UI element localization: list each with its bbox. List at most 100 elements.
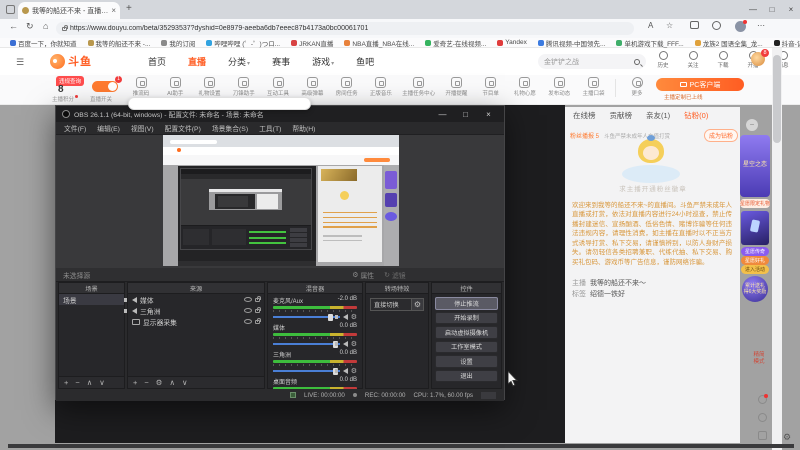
site-search-input[interactable]: 金铲铲之战 bbox=[538, 54, 646, 69]
mute-speaker-icon[interactable] bbox=[334, 314, 348, 320]
source-down-button[interactable]: ∨ bbox=[182, 378, 188, 387]
window-maximize-button[interactable]: □ bbox=[763, 0, 781, 19]
virtual-camera-button[interactable]: 启动虚拟摄像机 bbox=[435, 326, 498, 339]
rail-collapse-button[interactable]: − bbox=[746, 119, 758, 131]
download-button[interactable]: 下载 bbox=[712, 51, 734, 69]
channel-gear-icon[interactable]: ⚙ bbox=[351, 314, 357, 321]
scene-list-item[interactable]: 场景 bbox=[59, 294, 124, 305]
nav-games[interactable]: 游戏 bbox=[312, 55, 334, 68]
toolbar-item-task-center[interactable]: 主播任务中心 bbox=[402, 77, 435, 103]
rail-gift-badge[interactable]: 累计送礼 得6大奖励 bbox=[742, 276, 768, 302]
source-up-button[interactable]: ∧ bbox=[170, 378, 176, 387]
rail-activity-card[interactable] bbox=[741, 211, 769, 245]
tab-close-icon[interactable]: × bbox=[111, 6, 116, 15]
browser-menu-icon[interactable]: ⋯ bbox=[757, 21, 765, 30]
settings-button[interactable]: 设置 bbox=[435, 355, 498, 368]
read-aloud-icon[interactable]: A bbox=[648, 21, 653, 30]
tab-diamond-fans[interactable]: 钻粉(0) bbox=[684, 110, 708, 121]
add-source-button[interactable]: + bbox=[133, 378, 137, 387]
toolbar-item-remind[interactable]: 开播提醒 bbox=[443, 77, 469, 103]
studio-mode-button[interactable]: 工作室模式 bbox=[435, 340, 498, 353]
obs-menu-help[interactable]: 帮助(H) bbox=[292, 123, 315, 133]
nav-esports[interactable]: 赛事 bbox=[272, 55, 290, 68]
mute-speaker-icon[interactable] bbox=[334, 368, 348, 374]
visibility-eye-icon[interactable] bbox=[244, 319, 252, 324]
obs-menu-edit[interactable]: 编辑(E) bbox=[97, 123, 120, 133]
visibility-eye-icon[interactable] bbox=[244, 308, 252, 313]
favorite-star-icon[interactable]: ☆ bbox=[666, 21, 673, 30]
toolbar-item-music[interactable]: 正版音乐 bbox=[368, 77, 394, 103]
live-toggle[interactable]: 1 bbox=[92, 76, 122, 92]
rail-banner-event[interactable]: 星空之恋 bbox=[740, 135, 770, 197]
fans-broadcast[interactable]: 粉丝播报 5 bbox=[570, 131, 599, 140]
browser-profile-avatar[interactable] bbox=[735, 20, 747, 32]
obs-maximize-button[interactable]: □ bbox=[456, 110, 475, 119]
obs-menu-file[interactable]: 文件(F) bbox=[64, 123, 86, 133]
settings-gear-icon[interactable]: ⚙ bbox=[783, 432, 791, 443]
volume-slider[interactable] bbox=[273, 367, 340, 375]
bookmark-item[interactable]: 龙族2 国语全集_龙... bbox=[694, 38, 763, 48]
record-corner-icon[interactable] bbox=[758, 413, 767, 422]
rail-pill-legend[interactable]: 星愿传奇 bbox=[741, 247, 769, 256]
exit-button[interactable]: 退出 bbox=[435, 369, 498, 382]
history-button[interactable]: 历史 bbox=[652, 51, 674, 69]
search-icon[interactable] bbox=[634, 58, 640, 65]
url-field[interactable]: https://www.douyu.com/beta/35293537?dysh… bbox=[56, 22, 634, 35]
feedback-corner-icon[interactable] bbox=[758, 431, 767, 440]
follow-button[interactable]: 关注 bbox=[682, 51, 704, 69]
rail-pill-enter[interactable]: 进入活动 bbox=[741, 265, 769, 274]
remove-source-button[interactable]: − bbox=[144, 378, 148, 387]
start-recording-button[interactable]: 开始录制 bbox=[435, 311, 498, 324]
page-scrollbar-thumb[interactable] bbox=[773, 55, 781, 143]
volume-slider[interactable] bbox=[273, 340, 340, 348]
lock-icon[interactable] bbox=[255, 295, 261, 302]
refresh-corner-icon[interactable] bbox=[758, 394, 768, 404]
home-icon[interactable]: ⌂ bbox=[43, 21, 48, 31]
bookmark-item[interactable]: 百度一下，你就知道 bbox=[10, 38, 77, 48]
bookmark-item[interactable]: 我的订阅 bbox=[161, 38, 195, 48]
bookmark-item[interactable]: JRKAN直播 bbox=[291, 38, 333, 48]
bookmark-item[interactable]: 单机游戏下载_FFF... bbox=[616, 38, 684, 48]
scene-up-button[interactable]: ∧ bbox=[87, 378, 93, 387]
source-row[interactable]: 三角洲 bbox=[124, 305, 264, 316]
obs-close-button[interactable]: × bbox=[479, 110, 498, 119]
volume-slider[interactable] bbox=[273, 313, 340, 321]
bookmark-item[interactable]: NBA直播_NBA在线... bbox=[344, 38, 414, 48]
bookmark-item[interactable]: 抖音-记录美好生活 bbox=[773, 38, 800, 48]
obs-minimize-button[interactable]: — bbox=[433, 110, 452, 119]
window-close-button[interactable]: × bbox=[782, 0, 800, 19]
channel-gear-icon[interactable]: ⚙ bbox=[351, 368, 357, 375]
remove-scene-button[interactable]: − bbox=[75, 378, 79, 387]
toolbar-item-more[interactable]: 更多 bbox=[624, 77, 650, 103]
toolbar-item-schedule[interactable]: 节目单 bbox=[478, 77, 504, 103]
browser-essentials-icon[interactable] bbox=[712, 21, 721, 30]
obs-menu-profile[interactable]: 配置文件(P) bbox=[165, 123, 201, 133]
toolbar-item-wish[interactable]: 礼物心愿 bbox=[512, 77, 538, 103]
nav-home[interactable]: 首页 bbox=[148, 55, 166, 68]
add-scene-button[interactable]: + bbox=[64, 378, 68, 387]
stop-streaming-button[interactable]: 停止推流 bbox=[435, 297, 498, 310]
tab-friends[interactable]: 亲友(1) bbox=[646, 110, 670, 121]
refresh-icon[interactable]: ↻ bbox=[26, 21, 34, 32]
source-properties-button[interactable]: ⚙ bbox=[156, 378, 163, 387]
browser-tab[interactable]: 我等的船还不来 - 直播_我等的船还... × bbox=[18, 2, 120, 19]
bookmark-item[interactable]: 哔哩哔哩 (゜-゜)つロ... bbox=[206, 38, 280, 48]
tab-online-rank[interactable]: 在线榜 bbox=[573, 110, 596, 121]
toolbar-item-pocket[interactable]: 主播口袋 bbox=[580, 77, 606, 103]
obs-menu-view[interactable]: 视图(V) bbox=[131, 123, 154, 133]
obs-menu-tools[interactable]: 工具(T) bbox=[259, 123, 281, 133]
lock-icon[interactable] bbox=[255, 317, 261, 324]
collections-icon[interactable] bbox=[690, 21, 699, 29]
nav-category[interactable]: 分类 bbox=[228, 55, 250, 68]
mute-speaker-icon[interactable] bbox=[334, 341, 348, 347]
filters-button[interactable]: ↻ 滤镜 bbox=[384, 270, 405, 280]
douyu-logo[interactable]: 斗鱼 bbox=[50, 53, 92, 69]
transition-gear-button[interactable]: ⚙ bbox=[411, 298, 424, 311]
channel-gear-icon[interactable]: ⚙ bbox=[351, 341, 357, 348]
become-diamond-fan-button[interactable]: 成为钻粉 bbox=[703, 129, 738, 142]
obs-menu-scene-collection[interactable]: 场景集合(S) bbox=[212, 123, 248, 133]
nav-live[interactable]: 直播 bbox=[188, 55, 206, 68]
window-minimize-button[interactable]: — bbox=[744, 0, 762, 19]
bookmark-item[interactable]: 我等的船还不来 -... bbox=[87, 38, 150, 48]
source-row[interactable]: 显示器采集 bbox=[128, 316, 264, 327]
